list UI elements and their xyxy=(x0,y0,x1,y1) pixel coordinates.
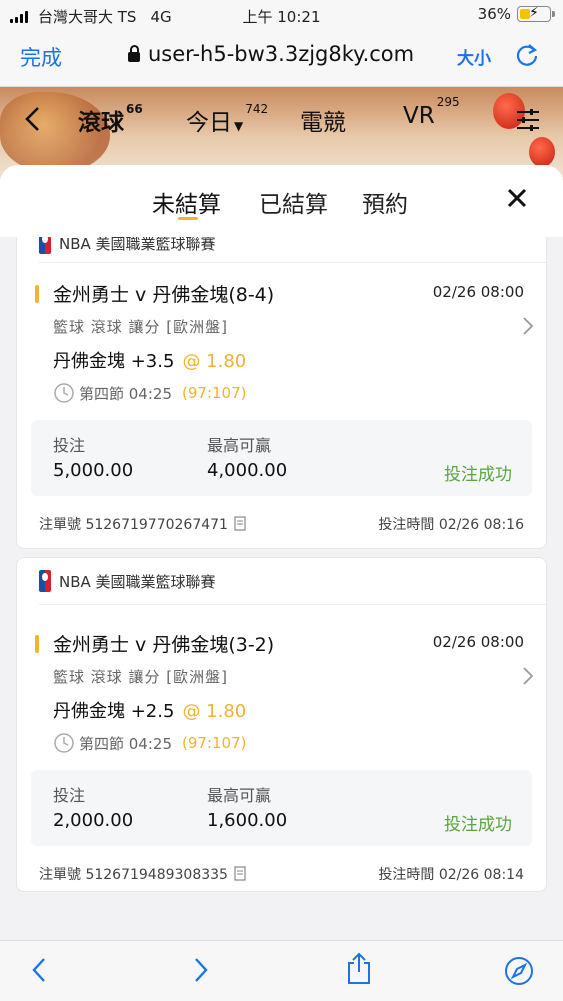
score: (97:107) xyxy=(182,734,247,752)
bet-summary: 投注 5,000.00 最高可贏 4,000.00 投注成功 xyxy=(31,420,532,496)
bet-pick: 丹佛金塊 +2.5 @ 1.80 xyxy=(53,701,247,722)
odds: @ 1.80 xyxy=(182,351,247,372)
stake-value: 5,000.00 xyxy=(53,460,134,481)
league-header: NBA 美國職業籃球聯賽 xyxy=(39,570,216,592)
reload-icon[interactable] xyxy=(514,42,540,72)
tab-esports[interactable]: 電競 xyxy=(300,103,346,137)
bet-summary: 投注 2,000.00 最高可贏 1,600.00 投注成功 xyxy=(31,770,532,846)
share-icon[interactable] xyxy=(345,951,373,989)
sport-nav: 滾球66 今日 ▼742 電競 VR295 xyxy=(0,87,563,151)
score: (97:107) xyxy=(182,384,247,402)
copy-icon[interactable] xyxy=(234,866,248,882)
bet-time: 投注時間 02/26 08:14 xyxy=(378,867,524,883)
match-date: 02/26 08:00 xyxy=(432,633,524,651)
url-text: user-h5-bw3.3zjg8ky.com xyxy=(148,42,415,66)
bet-card: NBA 美國職業籃球聯賽 金州勇士 v 丹佛金塊(8-4) 02/26 08:0… xyxy=(16,187,547,549)
text-size-button[interactable]: 大小 xyxy=(457,44,491,69)
max-win-label: 最高可贏 xyxy=(207,436,272,455)
done-button[interactable]: 完成 xyxy=(20,42,62,72)
divider xyxy=(39,262,546,263)
battery-percent: 36% xyxy=(477,5,511,23)
match-date: 02/26 08:00 xyxy=(432,283,524,301)
battery-icon: ⚡ xyxy=(517,5,555,22)
tab-live[interactable]: 滾球66 xyxy=(78,102,143,137)
bet-tags: 籃球 滾球 讓分 [歐洲盤] xyxy=(53,668,229,686)
address-field[interactable]: user-h5-bw3.3zjg8ky.com xyxy=(128,42,414,66)
tab-today[interactable]: 今日 ▼742 xyxy=(186,102,268,137)
game-period: 第四節 04:25 (97:107) xyxy=(53,732,246,754)
menu-icon[interactable] xyxy=(515,109,541,135)
accent-bar xyxy=(35,284,39,303)
forward-icon[interactable] xyxy=(192,955,210,989)
bet-pick: 丹佛金塊 +3.5 @ 1.80 xyxy=(53,351,247,372)
tab-reserved[interactable]: 預約 xyxy=(362,185,408,219)
bet-time: 投注時間 02/26 08:16 xyxy=(378,517,524,533)
charging-icon: ⚡ xyxy=(529,5,539,21)
stake-label: 投注 xyxy=(53,786,86,805)
back-icon[interactable] xyxy=(30,955,48,989)
match-title: 金州勇士 v 丹佛金塊(8-4) xyxy=(35,280,274,307)
clock-icon xyxy=(54,383,74,403)
divider xyxy=(39,604,546,605)
status-badge: 投注成功 xyxy=(444,815,512,835)
max-win-label: 最高可贏 xyxy=(207,786,272,805)
max-win-value: 4,000.00 xyxy=(207,460,288,481)
active-tab-indicator xyxy=(178,217,198,220)
game-period: 第四節 04:25 (97:107) xyxy=(53,382,246,404)
accent-bar xyxy=(35,634,39,653)
lock-icon xyxy=(128,45,140,62)
sheet-header: 未結算 已結算 預約 xyxy=(0,165,563,237)
browser-url-bar: 完成 user-h5-bw3.3zjg8ky.com 大小 xyxy=(0,30,563,87)
stake-label: 投注 xyxy=(53,436,86,455)
app-header: 滾球66 今日 ▼742 電競 VR295 xyxy=(0,87,563,177)
match-title: 金州勇士 v 丹佛金塊(3-2) xyxy=(35,630,274,657)
bet-card: NBA 美國職業籃球聯賽 金州勇士 v 丹佛金塊(3-2) 02/26 08:0… xyxy=(16,557,547,892)
status-bar: 台灣大哥大 TS 4G 上午 10:21 36% ⚡ xyxy=(0,0,563,30)
chevron-right-icon[interactable] xyxy=(522,316,534,340)
stake-value: 2,000.00 xyxy=(53,810,134,831)
tab-unsettled[interactable]: 未結算 xyxy=(152,185,221,219)
clock-icon xyxy=(54,733,74,753)
chevron-right-icon[interactable] xyxy=(522,666,534,690)
bet-records-sheet: 未結算 已結算 預約 NBA 美國職業籃球聯賽 金州勇士 v 丹佛金塊(8-4)… xyxy=(0,165,563,1000)
nba-logo-icon xyxy=(39,570,51,592)
tab-settled[interactable]: 已結算 xyxy=(259,185,328,219)
bet-tags: 籃球 滾球 讓分 [歐洲盤] xyxy=(53,318,229,336)
compass-icon[interactable] xyxy=(503,955,535,991)
browser-toolbar xyxy=(0,940,563,1001)
close-icon[interactable] xyxy=(505,186,529,214)
copy-icon[interactable] xyxy=(234,516,248,532)
max-win-value: 1,600.00 xyxy=(207,810,288,831)
caret-down-icon: ▼ xyxy=(234,119,244,133)
odds: @ 1.80 xyxy=(182,701,247,722)
order-number: 注單號 5126719489308335 xyxy=(39,864,248,884)
status-badge: 投注成功 xyxy=(444,465,512,485)
order-number: 注單號 5126719770267471 xyxy=(39,514,248,534)
back-arrow-icon[interactable] xyxy=(22,105,42,137)
tab-vr[interactable]: VR295 xyxy=(403,95,460,129)
